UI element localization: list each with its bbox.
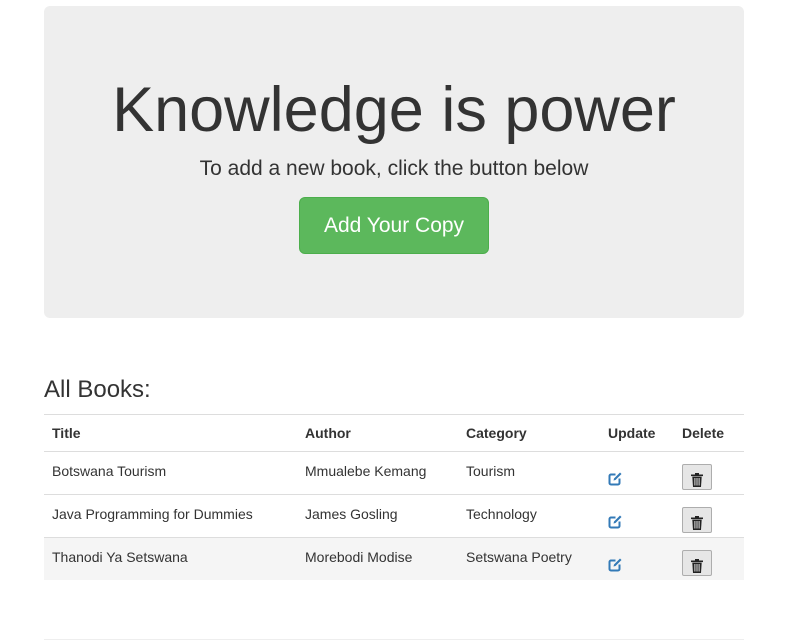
book-category-cell: Tourism	[458, 451, 600, 495]
book-category-cell: Technology	[458, 494, 600, 538]
trash-icon	[691, 472, 703, 487]
table-row: Java Programming for Dummies James Gosli…	[44, 494, 744, 538]
book-category-cell: Setswana Poetry	[458, 537, 600, 580]
column-header-category: Category	[458, 414, 600, 452]
all-books-heading: All Books:	[44, 376, 151, 403]
footer-divider	[44, 639, 744, 640]
book-title-cell: Botswana Tourism	[44, 451, 297, 495]
table-header-row: Title Author Category Update Delete	[44, 414, 744, 452]
update-cell	[600, 537, 674, 580]
column-header-title: Title	[44, 414, 297, 452]
delete-button[interactable]	[682, 550, 712, 576]
delete-cell	[674, 451, 744, 495]
trash-icon	[691, 558, 703, 573]
delete-button[interactable]	[682, 464, 712, 490]
column-header-author: Author	[297, 414, 458, 452]
book-author-cell: Morebodi Modise	[297, 537, 458, 580]
jumbotron-subtitle: To add a new book, click the button belo…	[199, 157, 589, 180]
page-title: Knowledge is power	[112, 75, 676, 145]
book-author-cell: Mmualebe Kemang	[297, 451, 458, 495]
delete-cell	[674, 494, 744, 538]
column-header-delete: Delete	[674, 414, 744, 452]
edit-icon[interactable]	[608, 514, 623, 529]
trash-icon	[691, 515, 703, 530]
delete-cell	[674, 537, 744, 580]
add-your-copy-button[interactable]: Add Your Copy	[299, 197, 489, 254]
books-table: Title Author Category Update Delete Bots…	[44, 414, 744, 580]
book-author-cell: James Gosling	[297, 494, 458, 538]
update-cell	[600, 451, 674, 495]
book-title-cell: Thanodi Ya Setswana	[44, 537, 297, 580]
delete-button[interactable]	[682, 507, 712, 533]
table-row: Thanodi Ya Setswana Morebodi Modise Sets…	[44, 537, 744, 580]
table-row: Botswana Tourism Mmualebe Kemang Tourism	[44, 451, 744, 495]
book-title-cell: Java Programming for Dummies	[44, 494, 297, 538]
update-cell	[600, 494, 674, 538]
column-header-update: Update	[600, 414, 674, 452]
jumbotron: Knowledge is power To add a new book, cl…	[44, 6, 744, 318]
edit-icon[interactable]	[608, 471, 623, 486]
edit-icon[interactable]	[608, 557, 623, 572]
